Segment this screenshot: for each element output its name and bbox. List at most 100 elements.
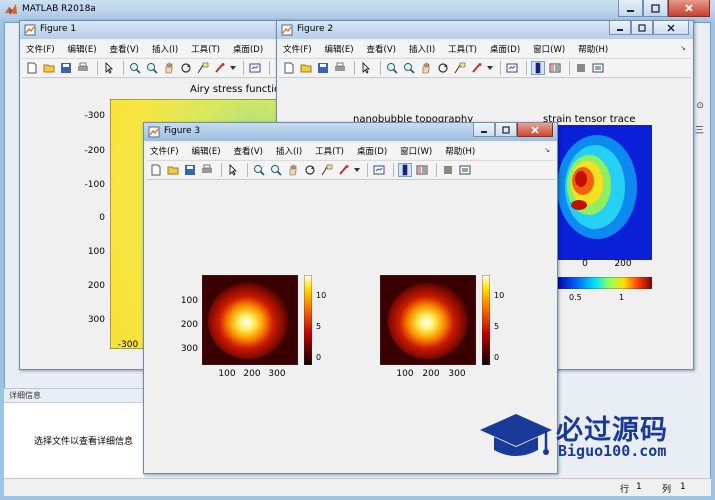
- data-cursor-icon[interactable]: [320, 163, 334, 177]
- right-strip-menu[interactable]: 三: [695, 123, 704, 136]
- data-cursor-icon[interactable]: [196, 61, 210, 75]
- maximize-button[interactable]: [643, 0, 668, 17]
- menu-tools[interactable]: 工具(T): [191, 43, 220, 55]
- new-file-icon[interactable]: [149, 163, 163, 177]
- hide-plot-tools-icon[interactable]: [441, 163, 455, 177]
- print-icon[interactable]: [76, 61, 90, 75]
- menu-edit[interactable]: 编辑(E): [68, 43, 97, 55]
- open-folder-icon[interactable]: [299, 61, 313, 75]
- menu-help[interactable]: 帮助(H): [578, 43, 608, 55]
- status-col-label: 列: [662, 485, 672, 495]
- maximize-icon: [651, 3, 660, 13]
- menu-window[interactable]: 窗口(W): [533, 43, 565, 55]
- data-cursor-icon[interactable]: [453, 61, 467, 75]
- menu-view[interactable]: 查看(V): [367, 43, 396, 55]
- insert-colorbar-icon[interactable]: [398, 163, 412, 177]
- menu-dock-arrow-icon[interactable]: ↘: [544, 146, 550, 154]
- insert-colorbar-icon[interactable]: [531, 61, 545, 75]
- close-button[interactable]: [668, 0, 710, 17]
- menu-view[interactable]: 查看(V): [234, 145, 263, 157]
- menu-view[interactable]: 查看(V): [110, 43, 139, 55]
- zoom-in-icon[interactable]: [252, 163, 266, 177]
- menu-insert[interactable]: 插入(I): [152, 43, 178, 55]
- show-plot-tools-icon[interactable]: [458, 163, 472, 177]
- brush-icon[interactable]: [337, 163, 351, 177]
- brush-icon[interactable]: [213, 61, 227, 75]
- open-folder-icon[interactable]: [42, 61, 56, 75]
- zoom-out-icon[interactable]: [269, 163, 283, 177]
- menu-desktop[interactable]: 桌面(D): [490, 43, 520, 55]
- left-heatmap-plot: [202, 275, 298, 365]
- pointer-icon[interactable]: [226, 163, 240, 177]
- menu-desktop[interactable]: 桌面(D): [233, 43, 263, 55]
- link-plot-icon[interactable]: [372, 163, 386, 177]
- new-file-icon[interactable]: [282, 61, 296, 75]
- main-titlebar[interactable]: MATLAB R2018a: [0, 0, 715, 20]
- rotate-3d-icon[interactable]: [303, 163, 317, 177]
- toolbar-separator: [436, 163, 437, 177]
- minimize-button[interactable]: [618, 0, 643, 17]
- menu-tools[interactable]: 工具(T): [448, 43, 477, 55]
- figure-1-titlebar[interactable]: Figure 1: [20, 21, 293, 39]
- maximize-button[interactable]: [631, 21, 653, 35]
- link-plot-icon[interactable]: [248, 61, 262, 75]
- toolbar-separator: [247, 163, 248, 177]
- hide-plot-tools-icon[interactable]: [574, 61, 588, 75]
- zoom-out-icon[interactable]: [145, 61, 159, 75]
- pan-hand-icon[interactable]: [286, 163, 300, 177]
- airy-y-tick: -200: [84, 146, 105, 156]
- figure-2-titlebar[interactable]: Figure 2: [277, 21, 693, 39]
- zoom-in-icon[interactable]: [385, 61, 399, 75]
- save-icon[interactable]: [316, 61, 330, 75]
- new-file-icon[interactable]: [25, 61, 39, 75]
- insert-legend-icon[interactable]: [548, 61, 562, 75]
- figure-3-titlebar[interactable]: Figure 3: [144, 123, 557, 141]
- rotate-3d-icon[interactable]: [436, 61, 450, 75]
- minimize-button[interactable]: [473, 123, 495, 137]
- save-icon[interactable]: [183, 163, 197, 177]
- pan-hand-icon[interactable]: [162, 61, 176, 75]
- zoom-in-icon[interactable]: [128, 61, 142, 75]
- toolbar-separator: [123, 61, 124, 75]
- toolbar-separator: [367, 163, 368, 177]
- menu-file[interactable]: 文件(F): [150, 145, 179, 157]
- brush-dropdown-icon[interactable]: [354, 163, 360, 177]
- pointer-icon[interactable]: [102, 61, 116, 75]
- minimize-button[interactable]: [609, 21, 631, 35]
- menu-insert[interactable]: 插入(I): [276, 145, 302, 157]
- close-button[interactable]: [517, 123, 553, 137]
- figure-2-toolbar: [279, 58, 691, 78]
- brush-dropdown-icon[interactable]: [487, 61, 493, 75]
- menu-edit[interactable]: 编辑(E): [325, 43, 354, 55]
- save-icon[interactable]: [59, 61, 73, 75]
- menu-window[interactable]: 窗口(W): [400, 145, 432, 157]
- figure-2-controls: [609, 21, 689, 35]
- figure-icon: [148, 126, 160, 138]
- brush-icon[interactable]: [470, 61, 484, 75]
- maximize-button[interactable]: [495, 123, 517, 137]
- left-heatmap-y-tick: 100: [180, 296, 198, 306]
- rotate-3d-icon[interactable]: [179, 61, 193, 75]
- pan-hand-icon[interactable]: [419, 61, 433, 75]
- link-plot-icon[interactable]: [505, 61, 519, 75]
- menu-desktop[interactable]: 桌面(D): [357, 145, 387, 157]
- menu-insert[interactable]: 插入(I): [409, 43, 435, 55]
- right-strip-icon[interactable]: ⊙: [696, 101, 704, 111]
- print-icon[interactable]: [333, 61, 347, 75]
- open-folder-icon[interactable]: [166, 163, 180, 177]
- close-button[interactable]: [653, 21, 689, 35]
- menu-tools[interactable]: 工具(T): [315, 145, 344, 157]
- menu-dock-arrow-icon[interactable]: ↘: [680, 44, 686, 52]
- menu-help[interactable]: 帮助(H): [445, 145, 475, 157]
- brush-dropdown-icon[interactable]: [230, 61, 236, 75]
- menu-file[interactable]: 文件(F): [26, 43, 55, 55]
- left-colorbar: [304, 275, 312, 365]
- zoom-out-icon[interactable]: [402, 61, 416, 75]
- main-window-controls: [618, 0, 710, 18]
- insert-legend-icon[interactable]: [415, 163, 429, 177]
- print-icon[interactable]: [200, 163, 214, 177]
- show-plot-tools-icon[interactable]: [591, 61, 605, 75]
- menu-file[interactable]: 文件(F): [283, 43, 312, 55]
- pointer-icon[interactable]: [359, 61, 373, 75]
- menu-edit[interactable]: 编辑(E): [192, 145, 221, 157]
